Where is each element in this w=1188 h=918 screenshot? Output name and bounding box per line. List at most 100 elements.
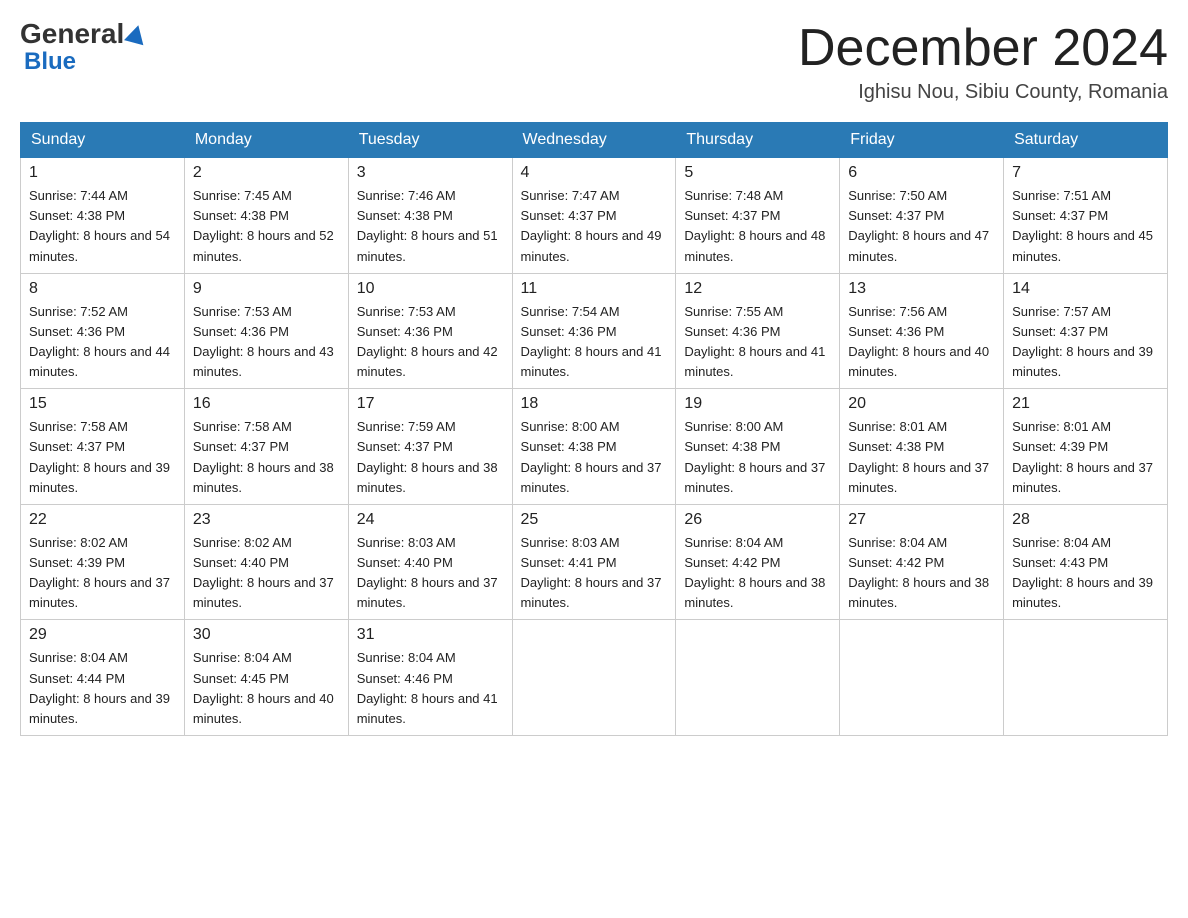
- day-info: Sunrise: 7:46 AMSunset: 4:38 PMDaylight:…: [357, 186, 504, 267]
- day-number: 21: [1012, 395, 1159, 413]
- week-row-4: 22 Sunrise: 8:02 AMSunset: 4:39 PMDayligh…: [21, 504, 1168, 620]
- calendar-cell: 3 Sunrise: 7:46 AMSunset: 4:38 PMDaylight…: [348, 158, 512, 274]
- column-header-sunday: Sunday: [21, 123, 185, 158]
- day-info: Sunrise: 7:58 AMSunset: 4:37 PMDaylight:…: [193, 417, 340, 498]
- day-number: 26: [684, 511, 831, 529]
- day-info: Sunrise: 8:04 AMSunset: 4:45 PMDaylight:…: [193, 648, 340, 729]
- logo-general-text: General: [20, 20, 124, 48]
- day-info: Sunrise: 7:54 AMSunset: 4:36 PMDaylight:…: [521, 302, 668, 383]
- day-info: Sunrise: 8:00 AMSunset: 4:38 PMDaylight:…: [521, 417, 668, 498]
- calendar-cell: 25Sunrise: 8:03 AMSunset: 4:41 PMDayligh…: [512, 504, 676, 620]
- day-number: 3: [357, 164, 504, 182]
- day-number: 8: [29, 280, 176, 298]
- day-number: 4: [521, 164, 668, 182]
- day-number: 30: [193, 626, 340, 644]
- calendar-table: SundayMondayTuesdayWednesdayThursdayFrid…: [20, 122, 1168, 736]
- calendar-cell: 24 Sunrise: 8:03 AMSunset: 4:40 PMDayligh…: [348, 504, 512, 620]
- day-info: Sunrise: 8:02 AMSunset: 4:39 PMDaylight:…: [29, 533, 176, 614]
- day-number: 23: [193, 511, 340, 529]
- day-number: 18: [521, 395, 668, 413]
- day-info: Sunrise: 8:04 AMSunset: 4:42 PMDaylight:…: [684, 533, 831, 614]
- day-number: 15: [29, 395, 176, 413]
- day-info: Sunrise: 8:04 AMSunset: 4:42 PMDaylight:…: [848, 533, 995, 614]
- day-number: 13: [848, 280, 995, 298]
- calendar-cell: 27 Sunrise: 8:04 AMSunset: 4:42 PMDayligh…: [840, 504, 1004, 620]
- week-row-2: 8 Sunrise: 7:52 AMSunset: 4:36 PMDaylight…: [21, 273, 1168, 389]
- day-info: Sunrise: 8:00 AMSunset: 4:38 PMDaylight:…: [684, 417, 831, 498]
- day-number: 25: [521, 511, 668, 529]
- day-info: Sunrise: 7:53 AMSunset: 4:36 PMDaylight:…: [193, 302, 340, 383]
- day-info: Sunrise: 8:01 AMSunset: 4:38 PMDaylight:…: [848, 417, 995, 498]
- day-info: Sunrise: 8:01 AMSunset: 4:39 PMDaylight:…: [1012, 417, 1159, 498]
- column-header-tuesday: Tuesday: [348, 123, 512, 158]
- calendar-cell: 23 Sunrise: 8:02 AMSunset: 4:40 PMDayligh…: [184, 504, 348, 620]
- day-number: 11: [521, 280, 668, 298]
- day-info: Sunrise: 7:56 AMSunset: 4:36 PMDaylight:…: [848, 302, 995, 383]
- calendar-cell: 6Sunrise: 7:50 AMSunset: 4:37 PMDaylight…: [840, 158, 1004, 274]
- calendar-cell: 15 Sunrise: 7:58 AMSunset: 4:37 PMDayligh…: [21, 389, 185, 505]
- calendar-cell: 18 Sunrise: 8:00 AMSunset: 4:38 PMDayligh…: [512, 389, 676, 505]
- logo-blue-label: Blue: [24, 48, 76, 75]
- calendar-cell: 16Sunrise: 7:58 AMSunset: 4:37 PMDayligh…: [184, 389, 348, 505]
- day-info: Sunrise: 7:52 AMSunset: 4:36 PMDaylight:…: [29, 302, 176, 383]
- calendar-cell: 12 Sunrise: 7:55 AMSunset: 4:36 PMDayligh…: [676, 273, 840, 389]
- week-row-5: 29Sunrise: 8:04 AMSunset: 4:44 PMDayligh…: [21, 620, 1168, 736]
- day-info: Sunrise: 7:53 AMSunset: 4:36 PMDaylight:…: [357, 302, 504, 383]
- page-header: General Blue December 2024 Ighisu Nou, S…: [20, 20, 1168, 104]
- day-info: Sunrise: 8:04 AMSunset: 4:43 PMDaylight:…: [1012, 533, 1159, 614]
- logo: General Blue: [20, 20, 148, 76]
- day-number: 28: [1012, 511, 1159, 529]
- day-number: 27: [848, 511, 995, 529]
- week-row-3: 15 Sunrise: 7:58 AMSunset: 4:37 PMDayligh…: [21, 389, 1168, 505]
- day-number: 7: [1012, 164, 1159, 182]
- calendar-cell: 14 Sunrise: 7:57 AMSunset: 4:37 PMDayligh…: [1004, 273, 1168, 389]
- column-header-monday: Monday: [184, 123, 348, 158]
- day-info: Sunrise: 7:48 AMSunset: 4:37 PMDaylight:…: [684, 186, 831, 267]
- day-info: Sunrise: 7:55 AMSunset: 4:36 PMDaylight:…: [684, 302, 831, 383]
- day-info: Sunrise: 7:58 AMSunset: 4:37 PMDaylight:…: [29, 417, 176, 498]
- column-header-wednesday: Wednesday: [512, 123, 676, 158]
- calendar-cell: 5 Sunrise: 7:48 AMSunset: 4:37 PMDaylight…: [676, 158, 840, 274]
- calendar-cell: 7 Sunrise: 7:51 AMSunset: 4:37 PMDaylight…: [1004, 158, 1168, 274]
- day-info: Sunrise: 8:02 AMSunset: 4:40 PMDaylight:…: [193, 533, 340, 614]
- calendar-cell: [676, 620, 840, 736]
- day-number: 12: [684, 280, 831, 298]
- calendar-cell: 11 Sunrise: 7:54 AMSunset: 4:36 PMDayligh…: [512, 273, 676, 389]
- calendar-cell: [840, 620, 1004, 736]
- calendar-cell: 21 Sunrise: 8:01 AMSunset: 4:39 PMDayligh…: [1004, 389, 1168, 505]
- week-row-1: 1Sunrise: 7:44 AMSunset: 4:38 PMDaylight…: [21, 158, 1168, 274]
- day-number: 17: [357, 395, 504, 413]
- day-info: Sunrise: 7:47 AMSunset: 4:37 PMDaylight:…: [521, 186, 668, 267]
- day-number: 31: [357, 626, 504, 644]
- day-info: Sunrise: 8:04 AMSunset: 4:44 PMDaylight:…: [29, 648, 176, 729]
- day-info: Sunrise: 7:44 AMSunset: 4:38 PMDaylight:…: [29, 186, 176, 267]
- day-number: 10: [357, 280, 504, 298]
- calendar-cell: 22 Sunrise: 8:02 AMSunset: 4:39 PMDayligh…: [21, 504, 185, 620]
- title-area: December 2024 Ighisu Nou, Sibiu County, …: [798, 20, 1168, 104]
- day-info: Sunrise: 7:45 AMSunset: 4:38 PMDaylight:…: [193, 186, 340, 267]
- calendar-cell: 17Sunrise: 7:59 AMSunset: 4:37 PMDayligh…: [348, 389, 512, 505]
- column-header-friday: Friday: [840, 123, 1004, 158]
- logo-blue-text: [124, 25, 148, 43]
- calendar-cell: 1Sunrise: 7:44 AMSunset: 4:38 PMDaylight…: [21, 158, 185, 274]
- month-title: December 2024: [798, 20, 1168, 77]
- day-number: 24: [357, 511, 504, 529]
- day-number: 6: [848, 164, 995, 182]
- day-info: Sunrise: 7:57 AMSunset: 4:37 PMDaylight:…: [1012, 302, 1159, 383]
- calendar-cell: 20Sunrise: 8:01 AMSunset: 4:38 PMDayligh…: [840, 389, 1004, 505]
- calendar-cell: 2Sunrise: 7:45 AMSunset: 4:38 PMDaylight…: [184, 158, 348, 274]
- calendar-cell: 8 Sunrise: 7:52 AMSunset: 4:36 PMDaylight…: [21, 273, 185, 389]
- day-number: 5: [684, 164, 831, 182]
- calendar-cell: 19Sunrise: 8:00 AMSunset: 4:38 PMDayligh…: [676, 389, 840, 505]
- calendar-cell: 13 Sunrise: 7:56 AMSunset: 4:36 PMDayligh…: [840, 273, 1004, 389]
- day-info: Sunrise: 7:51 AMSunset: 4:37 PMDaylight:…: [1012, 186, 1159, 267]
- day-info: Sunrise: 8:03 AMSunset: 4:40 PMDaylight:…: [357, 533, 504, 614]
- calendar-cell: 30 Sunrise: 8:04 AMSunset: 4:45 PMDayligh…: [184, 620, 348, 736]
- calendar-cell: 10 Sunrise: 7:53 AMSunset: 4:36 PMDayligh…: [348, 273, 512, 389]
- day-number: 22: [29, 511, 176, 529]
- calendar-cell: [1004, 620, 1168, 736]
- day-number: 14: [1012, 280, 1159, 298]
- calendar-cell: 4 Sunrise: 7:47 AMSunset: 4:37 PMDaylight…: [512, 158, 676, 274]
- calendar-cell: 9 Sunrise: 7:53 AMSunset: 4:36 PMDaylight…: [184, 273, 348, 389]
- day-number: 9: [193, 280, 340, 298]
